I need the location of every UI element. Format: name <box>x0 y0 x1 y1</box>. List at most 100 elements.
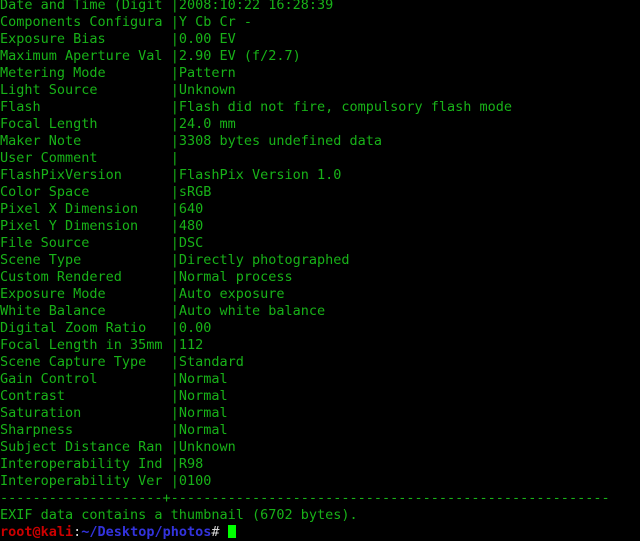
exif-label-padding <box>81 133 170 149</box>
exif-value: 0.00 <box>178 320 212 336</box>
shell-prompt[interactable]: root@kali:~/Desktop/photos# <box>0 524 640 541</box>
status-message: EXIF data contains a thumbnail (6702 byt… <box>0 507 358 523</box>
exif-row: Focal Length in 35mm |112 <box>0 337 640 354</box>
exif-column-divider: | <box>170 235 179 251</box>
exif-row: Scene Type |Directly photographed <box>0 252 640 269</box>
exif-row: Saturation |Normal <box>0 405 640 422</box>
exif-row: Components Configura |Y Cb Cr - <box>0 14 640 31</box>
exif-label: Contrast <box>0 388 66 404</box>
exif-column-divider: | <box>170 473 179 489</box>
exif-row: Exposure Bias |0.00 EV <box>0 31 640 48</box>
table-separator: --------------------+-------------------… <box>0 490 610 506</box>
exif-column-divider: | <box>170 48 179 64</box>
exif-label: Scene Type <box>0 252 82 268</box>
exif-column-divider: | <box>170 439 179 455</box>
exif-row: Date and Time (Digit |2008:10:22 16:28:3… <box>0 0 640 14</box>
exif-label-padding <box>146 354 170 370</box>
exif-row: Focal Length |24.0 mm <box>0 116 640 133</box>
exif-label-padding <box>106 31 171 47</box>
exif-label: Flash <box>0 99 41 115</box>
exif-label-padding <box>163 48 171 64</box>
exif-row: Sharpness |Normal <box>0 422 640 439</box>
exif-value: 2.90 EV (f/2.7) <box>178 48 301 64</box>
exif-column-divider: | <box>170 99 179 115</box>
exif-column-divider: | <box>170 320 179 336</box>
exif-label: Maximum Aperture Val <box>0 48 163 64</box>
exif-label: Interoperability Ver <box>0 473 163 489</box>
exif-value: Normal <box>178 422 228 438</box>
exif-column-divider: | <box>170 422 179 438</box>
exif-row: Pixel X Dimension |640 <box>0 201 640 218</box>
exif-column-divider: | <box>170 201 179 217</box>
exif-value: 640 <box>178 201 204 217</box>
exif-label: Digital Zoom Ratio <box>0 320 147 336</box>
exif-value: Unknown <box>178 82 236 98</box>
exif-value: Standard <box>178 354 244 370</box>
exif-label-padding <box>106 65 171 81</box>
exif-label-padding <box>98 116 171 132</box>
exif-label-padding <box>81 252 170 268</box>
exif-row: File Source |DSC <box>0 235 640 252</box>
exif-row: Interoperability Ver |0100 <box>0 473 640 490</box>
exif-value: FlashPix Version 1.0 <box>178 167 342 183</box>
exif-label: Gain Control <box>0 371 98 387</box>
exif-column-divider: | <box>170 0 179 13</box>
exif-label: Components Configura <box>0 14 163 30</box>
exif-column-divider: | <box>170 337 179 353</box>
exif-column-divider: | <box>170 218 179 234</box>
exif-label: Interoperability Ind <box>0 456 163 472</box>
exif-column-divider: | <box>170 31 179 47</box>
exif-label: Scene Capture Type <box>0 354 147 370</box>
exif-label-padding <box>98 82 171 98</box>
exif-label: Saturation <box>0 405 82 421</box>
exif-row: Contrast |Normal <box>0 388 640 405</box>
exif-label: User Comment <box>0 150 98 166</box>
exif-value: 24.0 mm <box>178 116 236 132</box>
exif-label-padding <box>163 14 171 30</box>
exif-value: Normal <box>178 405 228 421</box>
exif-label: Color Space <box>0 184 90 200</box>
exif-label-padding <box>65 388 171 404</box>
exif-label: Maker Note <box>0 133 82 149</box>
terminal-window[interactable]: Date and Time (Digit | 2008:10:22 16:28:3… <box>0 0 640 540</box>
exif-label: Sharpness <box>0 422 74 438</box>
exif-label-padding <box>81 405 170 421</box>
exif-label: Metering Mode <box>0 65 106 81</box>
prompt-sigil: # <box>211 524 220 540</box>
exif-column-divider: | <box>170 133 179 149</box>
exif-row: Maximum Aperture Val |2.90 EV (f/2.7) <box>0 48 640 65</box>
exif-column-divider: | <box>170 303 179 319</box>
exif-value: 0100 <box>178 473 212 489</box>
exif-label-padding <box>122 167 171 183</box>
exif-row: Color Space |sRGB <box>0 184 640 201</box>
exif-column-divider: | <box>170 150 179 166</box>
prompt-colon: : <box>73 524 82 540</box>
exif-label-padding <box>106 303 171 319</box>
exif-table: Date and Time (Digit | 2008:10:22 16:28:3… <box>0 0 640 490</box>
terminal-scrollback: Date and Time (Digit | 2008:10:22 16:28:3… <box>0 0 640 541</box>
exif-row: FlashPixVersion |FlashPix Version 1.0 <box>0 167 640 184</box>
exif-label-padding <box>89 184 170 200</box>
exif-label-padding <box>163 0 171 13</box>
exif-label-padding <box>73 422 171 438</box>
exif-column-divider: | <box>170 82 179 98</box>
text-cursor[interactable] <box>227 525 236 538</box>
exif-value: Flash did not fire, compulsory flash mod… <box>178 99 513 115</box>
exif-label: White Balance <box>0 303 106 319</box>
exif-value: R98 <box>178 456 204 472</box>
exif-row: Metering Mode |Pattern <box>0 65 640 82</box>
exif-column-divider: | <box>170 14 179 30</box>
exif-column-divider: | <box>170 116 179 132</box>
exif-label-padding <box>163 439 171 455</box>
exif-label-padding <box>98 371 171 387</box>
exif-value: 480 <box>178 218 204 234</box>
exif-column-divider: | <box>170 405 179 421</box>
exif-column-divider: | <box>170 269 179 285</box>
exif-row: Flash |Flash did not fire, compulsory fl… <box>0 99 640 116</box>
exif-value: sRGB <box>178 184 212 200</box>
exif-value: Normal <box>178 371 228 387</box>
exif-label-padding <box>138 218 171 234</box>
prompt-path: ~/Desktop/photos <box>81 524 212 540</box>
exif-label: Exposure Bias <box>0 31 106 47</box>
exif-row: White Balance |Auto white balance <box>0 303 640 320</box>
